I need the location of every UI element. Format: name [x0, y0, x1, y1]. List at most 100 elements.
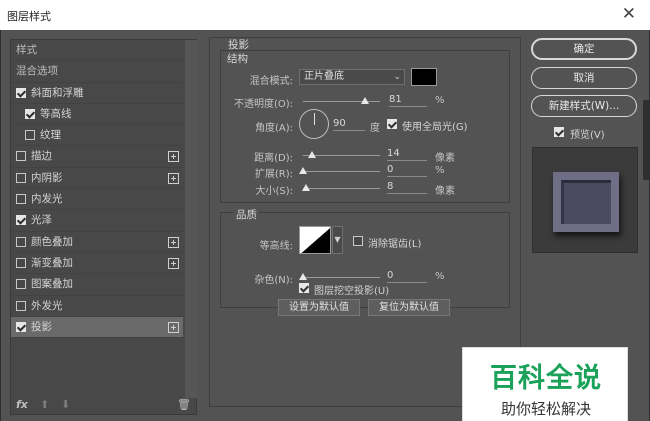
color-overlay-checkbox[interactable]	[16, 236, 26, 247]
spread-slider[interactable]	[299, 167, 380, 175]
close-icon[interactable]: ✕	[622, 5, 636, 23]
inner-glow-checkbox[interactable]	[16, 194, 26, 205]
angle-dial[interactable]	[299, 109, 329, 139]
layer-style-dialog: 样式 混合选项 斜面和浮雕 等高线 纹理 描边 内阴影 内发光 光泽 颜色叠加 …	[0, 30, 650, 421]
contour-curve-icon	[301, 228, 330, 253]
contour-dropdown-arrow[interactable]: ▼	[332, 226, 343, 254]
effects-item-label: 外发光	[31, 299, 63, 312]
opacity-unit: %	[435, 95, 445, 106]
outer-glow-checkbox[interactable]	[16, 300, 26, 311]
effects-item-outer-glow[interactable]: 外发光	[11, 296, 183, 317]
gradient-overlay-checkbox[interactable]	[16, 257, 26, 268]
noise-unit: %	[435, 271, 445, 282]
antialias-checkbox[interactable]	[353, 236, 363, 246]
drop-shadow-checkbox[interactable]	[16, 321, 26, 332]
chevron-down-icon: ⌄	[393, 72, 401, 82]
move-down-icon[interactable]: ⬇	[61, 398, 70, 411]
opacity-slider[interactable]	[303, 97, 380, 105]
reset-default-button[interactable]: 复位为默认值	[368, 299, 450, 316]
effects-item-label: 内发光	[31, 193, 63, 206]
watermark-logo: 百科全说 助你轻松解决	[462, 347, 628, 421]
right-edge-scrollbar[interactable]	[643, 100, 649, 180]
contour-checkbox[interactable]	[25, 108, 35, 119]
blend-mode-label: 混合模式:	[249, 76, 293, 87]
effects-item-bevel-emboss[interactable]: 斜面和浮雕	[11, 83, 183, 104]
preview-label: 预览(V)	[570, 130, 605, 141]
effects-item-drop-shadow[interactable]: 投影	[11, 316, 183, 339]
antialias-label: 消除锯齿(L)	[368, 239, 422, 250]
blend-mode-select[interactable]: 正片叠底 ⌄	[299, 69, 405, 85]
angle-input[interactable]: 90	[333, 118, 365, 131]
effects-panel: 样式 混合选项 斜面和浮雕 等高线 纹理 描边 内阴影 内发光 光泽 颜色叠加 …	[10, 39, 197, 415]
ok-button[interactable]: 确定	[531, 38, 637, 60]
spread-slider-thumb[interactable]	[299, 167, 307, 174]
effects-item-color-overlay[interactable]: 颜色叠加	[11, 232, 183, 253]
distance-unit: 像素	[435, 153, 455, 164]
effects-item-pattern-overlay[interactable]: 图案叠加	[11, 274, 183, 296]
add-color-overlay-icon[interactable]	[168, 236, 179, 248]
bevel-emboss-checkbox[interactable]	[16, 87, 26, 98]
dialog-titlebar: 图层样式 ✕	[0, 0, 650, 30]
distance-label: 距离(D):	[254, 153, 293, 164]
size-input[interactable]: 8	[387, 181, 427, 194]
effects-item-inner-shadow[interactable]: 内阴影	[11, 168, 183, 190]
add-gradient-overlay-icon[interactable]	[168, 257, 179, 269]
style-preview	[532, 147, 638, 253]
add-stroke-icon[interactable]	[168, 151, 179, 163]
new-style-button[interactable]: 新建样式(W)...	[531, 95, 637, 117]
trash-icon[interactable]: 🗑	[177, 398, 191, 411]
effects-toolbar: fx ⬆ ⬇ 🗑	[11, 398, 197, 415]
move-up-icon[interactable]: ⬆	[40, 398, 49, 411]
knockout-checkbox[interactable]	[299, 283, 309, 293]
contour-label: 等高线:	[259, 241, 293, 252]
effects-item-stroke[interactable]: 描边	[11, 146, 183, 168]
size-slider[interactable]	[302, 184, 380, 192]
inner-shadow-checkbox[interactable]	[16, 172, 26, 183]
texture-checkbox[interactable]	[25, 130, 35, 141]
effects-item-texture[interactable]: 纹理	[11, 125, 183, 147]
add-inner-shadow-icon[interactable]	[168, 172, 179, 184]
effects-item-label: 样式	[16, 44, 37, 56]
spread-input[interactable]: 0	[387, 164, 427, 177]
structure-group: 结构 混合模式: 正片叠底 ⌄ 不透明度(O): 81 % 角度(A): 90 …	[220, 50, 510, 203]
fx-icon[interactable]: fx	[16, 398, 28, 411]
distance-slider-thumb[interactable]	[308, 151, 317, 158]
quality-title: 品质	[234, 207, 259, 222]
shadow-color-swatch[interactable]	[411, 68, 437, 86]
spread-unit: %	[435, 165, 445, 176]
noise-input[interactable]: 0	[387, 270, 427, 283]
effects-item-label: 渐变叠加	[31, 256, 73, 269]
contour-picker[interactable]	[299, 226, 331, 254]
effects-item-blending-options[interactable]: 混合选项	[11, 61, 183, 83]
effects-item-gradient-overlay[interactable]: 渐变叠加	[11, 253, 183, 275]
opacity-slider-thumb[interactable]	[361, 97, 370, 104]
spread-label: 扩展(R):	[254, 169, 293, 180]
stroke-checkbox[interactable]	[16, 151, 26, 162]
pattern-overlay-checkbox[interactable]	[16, 279, 26, 290]
effects-item-label: 混合选项	[16, 65, 58, 78]
noise-slider-thumb[interactable]	[299, 273, 307, 280]
size-slider-thumb[interactable]	[302, 184, 311, 191]
dialog-title: 图层样式	[7, 10, 51, 23]
noise-label: 杂色(N):	[254, 275, 293, 286]
opacity-input[interactable]: 81	[389, 94, 427, 107]
effects-scrollbar[interactable]	[185, 40, 197, 398]
effects-item-styles[interactable]: 样式	[11, 40, 183, 62]
noise-slider[interactable]	[299, 273, 380, 281]
size-unit: 像素	[435, 186, 455, 197]
set-default-button[interactable]: 设置为默认值	[278, 299, 360, 316]
add-drop-shadow-icon[interactable]	[168, 321, 179, 333]
cancel-button[interactable]: 取消	[531, 67, 637, 89]
preview-checkbox[interactable]	[554, 127, 564, 137]
effects-item-satin[interactable]: 光泽	[11, 210, 183, 232]
satin-checkbox[interactable]	[16, 215, 26, 226]
structure-title: 结构	[227, 53, 248, 65]
effects-item-contour[interactable]: 等高线	[11, 104, 183, 126]
distance-slider[interactable]	[303, 151, 380, 159]
effects-item-label: 斜面和浮雕	[31, 86, 84, 99]
global-light-checkbox[interactable]	[387, 119, 397, 129]
effects-item-label: 光泽	[31, 214, 52, 227]
effects-item-inner-glow[interactable]: 内发光	[11, 189, 183, 211]
angle-label: 角度(A):	[254, 123, 293, 134]
distance-input[interactable]: 14	[387, 148, 427, 161]
